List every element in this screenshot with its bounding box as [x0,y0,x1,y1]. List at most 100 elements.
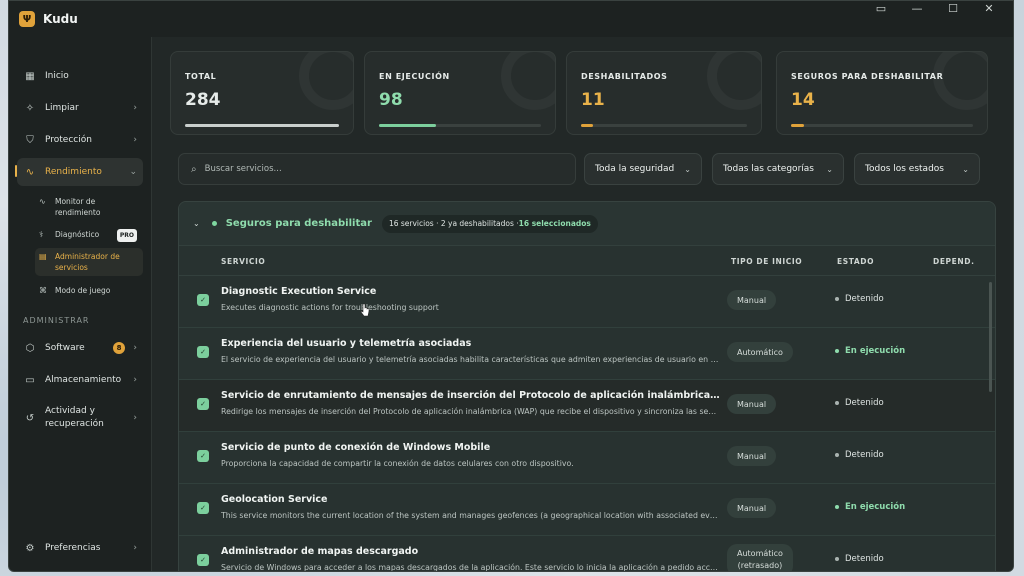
category-filter-dropdown[interactable]: Todas las categorías ⌄ [712,153,844,185]
state-filter-dropdown[interactable]: Todos los estados ⌄ [854,153,980,185]
sidebar-subitem-diagnostico[interactable]: ⚕ Diagnóstico PRO [35,226,143,243]
service-state: Detenido [835,554,884,564]
chevron-right-icon: › [133,543,137,553]
checkbox-checked-icon[interactable]: ✓ [197,294,209,306]
service-description: Redirige los mensajes de inserción del P… [221,407,719,416]
start-type-badge: Automático [727,342,793,362]
chevron-right-icon: › [133,375,137,385]
sidebar-item-label: Preferencias [45,543,101,553]
search-box: ⌕ [178,153,576,185]
table-row[interactable]: ✓ Servicio de enrutamiento de mensajes d… [179,380,995,432]
checkbox-checked-icon[interactable]: ✓ [197,450,209,462]
sidebar-item-almacenamiento[interactable]: ▭ Almacenamiento › [17,367,143,393]
chevron-down-icon: ⌄ [962,164,969,174]
stat-card-running: EN EJECUCIÓN 98 [364,51,556,135]
state-dot [835,401,839,405]
table-row[interactable]: ✓ Experiencia del usuario y telemetría a… [179,328,995,380]
display-icon[interactable]: ▭ [863,1,899,15]
minimize-icon[interactable]: — [899,1,935,15]
checkbox-checked-icon[interactable]: ✓ [197,554,209,566]
state-label: En ejecución [845,502,906,512]
status-dot [211,221,217,226]
sidebar-item-label: Actividad y recuperación [45,406,104,429]
column-service[interactable]: SERVICIO [221,257,265,266]
start-type-badge: Manual [727,290,777,310]
app-window: Ψ Kudu ▭ — ☐ ✕ ▦ Inicio ✧ Limpiar › ⛉ Pr… [8,0,1014,572]
state-dot [835,453,839,457]
column-start-type[interactable]: TIPO DE INICIO [731,257,802,266]
search-input[interactable] [204,164,545,174]
sidebar-item-actividad[interactable]: ↺ Actividad y recuperación › [17,399,143,437]
chevron-down-icon[interactable]: ⌄ [193,219,200,228]
service-name: Diagnostic Execution Service [221,286,377,297]
gamepad-icon: ⌘ [39,286,47,295]
stat-progress-track [379,124,541,127]
service-description: This service monitors the current locati… [221,511,719,520]
decorative-ring [299,52,353,110]
sidebar-subitem-modo-juego[interactable]: ⌘ Modo de juego [35,282,143,299]
state-label: En ejecución [845,346,906,356]
sidebar-item-rendimiento[interactable]: ∿ Rendimiento ⌄ [15,158,143,186]
close-icon[interactable]: ✕ [971,1,1007,15]
stat-label: DESHABILITADOS [581,72,668,81]
antlers-icon: Ψ [19,11,35,27]
group-title: Seguros para deshabilitar [225,218,372,229]
checkbox-checked-icon[interactable]: ✓ [197,398,209,410]
service-description: El servicio de experiencia del usuario y… [221,355,719,364]
service-state: En ejecución [835,346,905,356]
table-row[interactable]: ✓ Geolocation Service This service monit… [179,484,995,536]
stat-progress-track [791,124,973,127]
mouse-cursor-icon [360,303,370,317]
chevron-down-icon: ⌄ [684,164,691,174]
service-name: Servicio de punto de conexión de Windows… [221,442,491,453]
security-filter-dropdown[interactable]: Toda la seguridad ⌄ [584,153,702,185]
sidebar-subitem-monitor[interactable]: ∿ Monitor de rendimiento [35,193,143,221]
maximize-icon[interactable]: ☐ [935,1,971,15]
main-content: TOTAL 284 EN EJECUCIÓN 98 DESHABILITADOS… [151,37,1013,571]
column-dependencies[interactable]: DEPEND. [933,257,975,266]
sidebar-item-label: Limpiar [45,103,79,113]
search-icon: ⌕ [191,163,197,175]
group-summary-text: 16 servicios · 2 ya deshabilitados · [388,219,519,228]
sidebar-item-preferencias[interactable]: ⚙ Preferencias › [17,535,143,561]
chevron-down-icon: ⌄ [129,167,137,177]
history-icon: ↺ [25,412,35,424]
sidebar-item-limpiar[interactable]: ✧ Limpiar › [17,95,143,121]
service-name: Servicio de enrutamiento de mensajes de … [221,390,721,401]
pulse-icon: ∿ [25,166,35,178]
scrollbar[interactable] [989,282,992,392]
sidebar-item-software[interactable]: ⬡ Software 8 › [17,335,143,361]
checkbox-checked-icon[interactable]: ✓ [197,502,209,514]
stat-value: 98 [379,90,403,110]
grid-icon: ▦ [25,70,35,82]
stat-label: TOTAL [185,72,217,81]
service-description: Proporciona la capacidad de compartir la… [221,459,574,468]
table-row[interactable]: ✓ Servicio de punto de conexión de Windo… [179,432,995,484]
checkbox-checked-icon[interactable]: ✓ [197,346,209,358]
stat-progress-track [185,124,339,127]
app-title: Kudu [43,12,78,26]
stat-progress-fill [379,124,436,127]
stat-card-total: TOTAL 284 [170,51,354,135]
chevron-right-icon: › [133,343,137,353]
window-controls: ▭ — ☐ ✕ [863,1,1007,15]
section-label-administrar: ADMINISTRAR [23,316,90,325]
pro-badge: PRO [116,229,137,242]
stat-value: 284 [185,90,221,110]
table-row[interactable]: ✓ Diagnostic Execution Service Executes … [179,276,995,328]
sidebar-subitem-servicios[interactable]: ▤ Administrador de servicios [35,248,143,276]
state-label: Detenido [845,294,884,304]
service-name: Administrador de mapas descargado [221,546,419,557]
service-description: Executes diagnostic actions for troubles… [221,303,439,312]
group-header[interactable]: ⌄ Seguros para deshabilitar 16 servicios… [179,202,995,246]
group-summary: 16 servicios · 2 ya deshabilitados · 16 … [381,214,598,233]
sidebar-item-proteccion[interactable]: ⛉ Protección › [17,127,143,153]
chevron-down-icon: ⌄ [826,164,833,174]
service-state: Detenido [835,294,884,304]
service-state: Detenido [835,450,884,460]
decorative-ring [707,52,761,110]
column-state[interactable]: ESTADO [837,257,874,266]
table-row[interactable]: ✓ Administrador de mapas descargado Serv… [179,536,995,571]
sidebar-item-inicio[interactable]: ▦ Inicio [17,63,143,89]
software-count-badge: 8 [113,342,125,354]
